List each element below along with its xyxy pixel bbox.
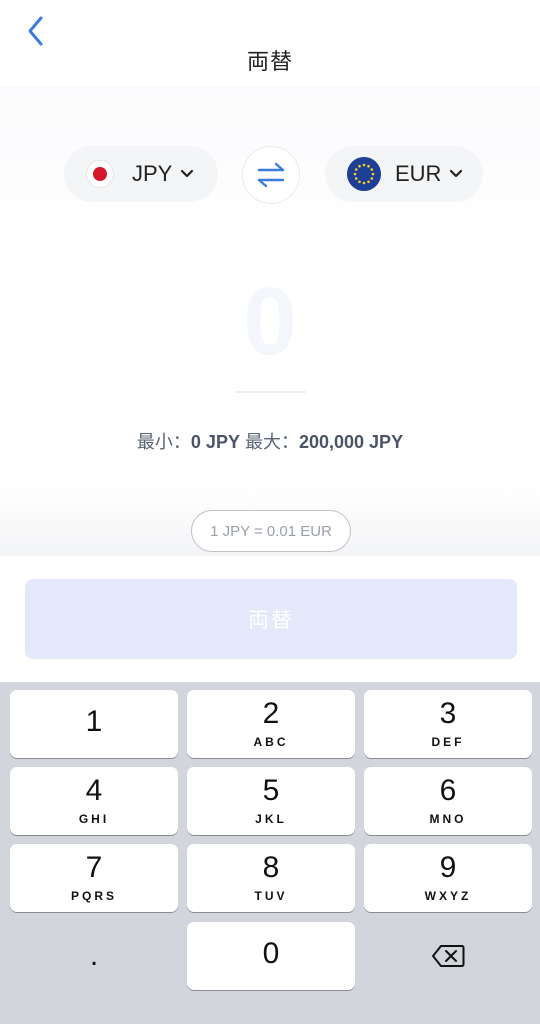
- from-currency-code: JPY: [132, 161, 173, 186]
- key-letters: TUV: [254, 889, 288, 903]
- key-4[interactable]: 4 GHI: [10, 767, 178, 835]
- key-5[interactable]: 5 JKL: [187, 767, 355, 835]
- backspace-icon: [432, 945, 465, 967]
- key-backspace[interactable]: [364, 922, 532, 990]
- key-2[interactable]: 2 ABC: [187, 690, 355, 758]
- key-9[interactable]: 9 WXYZ: [364, 844, 532, 912]
- min-value: 0 JPY: [190, 432, 240, 452]
- key-0[interactable]: 0: [187, 922, 355, 990]
- exchange-panel: JPY EUR 0 最小：0 JPY 最大：200,000 JPY 1 JPY …: [0, 86, 540, 556]
- key-letters: DEF: [431, 735, 465, 749]
- exchange-button[interactable]: 両替: [25, 579, 517, 659]
- key-digit: 8: [262, 851, 280, 884]
- chevron-down-icon: [450, 169, 463, 178]
- amount-input[interactable]: 0: [0, 274, 540, 370]
- header: 両替: [0, 0, 540, 86]
- key-letters: WXYZ: [424, 889, 472, 903]
- chevron-down-icon: [181, 169, 194, 178]
- key-letters: MNO: [429, 812, 467, 826]
- japan-flag-icon: [86, 160, 114, 188]
- key-digit: 7: [85, 851, 103, 884]
- key-decimal[interactable]: .: [10, 922, 178, 990]
- swap-arrows-icon: [257, 162, 285, 188]
- to-currency-code: EUR: [395, 161, 442, 186]
- key-letters: GHI: [78, 812, 110, 826]
- to-currency-selector[interactable]: EUR: [325, 146, 483, 202]
- min-label: 最小：: [136, 432, 191, 452]
- key-digit: 4: [85, 774, 103, 807]
- from-currency-selector[interactable]: JPY: [64, 146, 218, 202]
- key-8[interactable]: 8 TUV: [187, 844, 355, 912]
- key-1[interactable]: 1: [10, 690, 178, 758]
- max-value: 200,000 JPY: [298, 432, 404, 452]
- key-digit: 6: [439, 774, 457, 807]
- max-label: 最大：: [244, 432, 299, 452]
- key-digit: 0: [262, 937, 280, 970]
- key-digit: 5: [262, 774, 280, 807]
- amount-underline: [236, 391, 306, 393]
- key-digit: 2: [262, 697, 280, 730]
- key-7[interactable]: 7 PQRS: [10, 844, 178, 912]
- limits-text: 最小：0 JPY 最大：200,000 JPY: [0, 428, 540, 454]
- key-3[interactable]: 3 DEF: [364, 690, 532, 758]
- key-digit: 9: [439, 851, 457, 884]
- page-title: 両替: [246, 49, 293, 74]
- eu-flag-icon: [347, 157, 381, 191]
- numeric-keypad: 1 2 ABC 3 DEF 4 GHI 5 JKL 6 MNO 7 PQRS 8…: [0, 682, 540, 1024]
- back-button[interactable]: [22, 14, 50, 48]
- exchange-rate-badge: 1 JPY = 0.01 EUR: [191, 510, 351, 552]
- key-digit: .: [89, 939, 99, 972]
- key-letters: PQRS: [70, 889, 117, 903]
- chevron-left-icon: [28, 16, 43, 46]
- key-letters: ABC: [253, 735, 289, 749]
- key-digit: 1: [85, 705, 103, 738]
- swap-currencies-button[interactable]: [242, 146, 300, 204]
- key-6[interactable]: 6 MNO: [364, 767, 532, 835]
- key-digit: 3: [439, 697, 457, 730]
- key-letters: JKL: [255, 812, 287, 826]
